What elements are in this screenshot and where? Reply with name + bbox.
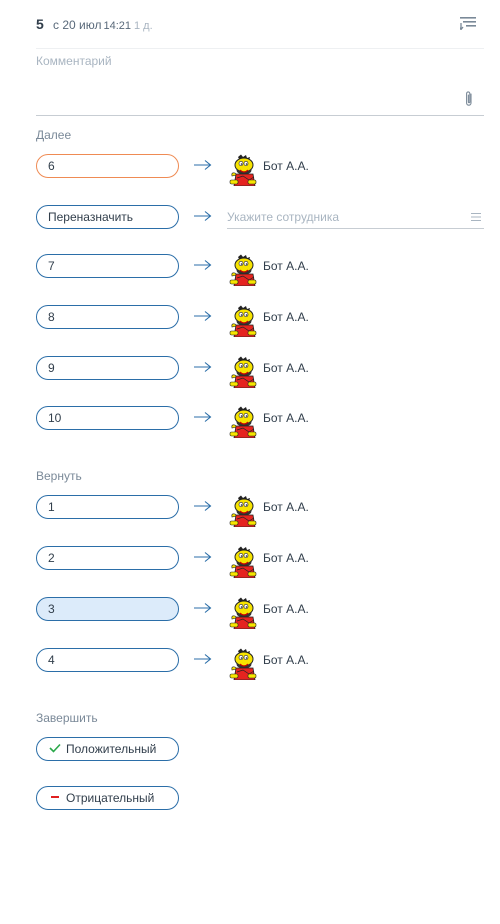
assignee-name: Бот А.А. — [263, 653, 309, 667]
arrow-right-icon — [194, 160, 212, 170]
assignee-placeholder: Укажите сотрудника — [227, 210, 340, 224]
assignee-name: Бот А.А. — [263, 159, 309, 173]
avatar — [227, 406, 259, 438]
avatar — [227, 305, 259, 337]
return-step-button[interactable]: 1 — [36, 495, 179, 519]
assignee-name: Бот А.А. — [263, 602, 309, 616]
arrow-right-icon — [194, 654, 212, 664]
arrow-right-icon — [194, 311, 212, 321]
return-step-button[interactable]: 2 — [36, 546, 179, 570]
next-step-button[interactable]: 6 — [36, 154, 179, 178]
paperclip-icon[interactable] — [464, 90, 474, 108]
assignee-select[interactable]: Укажите сотрудника — [227, 204, 484, 229]
task-date: с 20 июл 14:21 1 д. — [53, 18, 153, 32]
header-divider — [36, 48, 484, 49]
next-step-button[interactable]: 10 — [36, 406, 179, 430]
arrow-right-icon — [194, 260, 212, 270]
task-number: 5 — [36, 16, 44, 32]
section-finish-title: Завершить — [36, 711, 98, 725]
finish-negative-button[interactable]: Отрицательный — [36, 786, 179, 810]
checkmark-icon — [48, 738, 62, 760]
minus-icon — [48, 787, 62, 809]
reassign-button[interactable]: Переназначить — [36, 205, 179, 229]
avatar — [227, 546, 259, 578]
assignee-name: Бот А.А. — [263, 551, 309, 565]
assignee-name: Бот А.А. — [263, 361, 309, 375]
assignee-name: Бот А.А. — [263, 411, 309, 425]
next-step-button[interactable]: 8 — [36, 305, 179, 329]
avatar — [227, 254, 259, 286]
arrow-right-icon — [194, 552, 212, 562]
avatar — [227, 154, 259, 186]
section-return-title: Вернуть — [36, 469, 82, 483]
avatar — [227, 356, 259, 388]
finish-positive-button[interactable]: Положительный — [36, 737, 179, 761]
arrow-right-icon — [194, 412, 212, 422]
avatar — [227, 495, 259, 527]
assignee-name: Бот А.А. — [263, 259, 309, 273]
arrow-right-icon — [194, 211, 212, 221]
avatar — [227, 597, 259, 629]
comment-field[interactable]: Комментарий — [36, 52, 484, 116]
section-next-title: Далее — [36, 128, 72, 142]
return-step-button[interactable]: 3 — [36, 597, 179, 621]
arrow-right-icon — [194, 501, 212, 511]
arrow-right-icon — [194, 603, 212, 613]
avatar — [227, 648, 259, 680]
task-date-text: с 20 июл — [53, 18, 102, 32]
task-header: 5 с 20 июл 14:21 1 д. — [0, 0, 500, 48]
next-step-button[interactable]: 9 — [36, 356, 179, 380]
next-step-button[interactable]: 7 — [36, 254, 179, 278]
comment-placeholder: Комментарий — [36, 54, 112, 68]
finish-positive-label: Положительный — [66, 742, 157, 756]
return-step-button[interactable]: 4 — [36, 648, 179, 672]
task-time: 14:21 — [103, 20, 131, 32]
assignee-name: Бот А.А. — [263, 310, 309, 324]
arrow-right-icon — [194, 362, 212, 372]
assignee-name: Бот А.А. — [263, 500, 309, 514]
finish-negative-label: Отрицательный — [66, 791, 155, 805]
menu-icon[interactable] — [471, 212, 481, 222]
task-age: 1 д. — [134, 20, 153, 32]
filter-icon[interactable] — [460, 16, 476, 30]
